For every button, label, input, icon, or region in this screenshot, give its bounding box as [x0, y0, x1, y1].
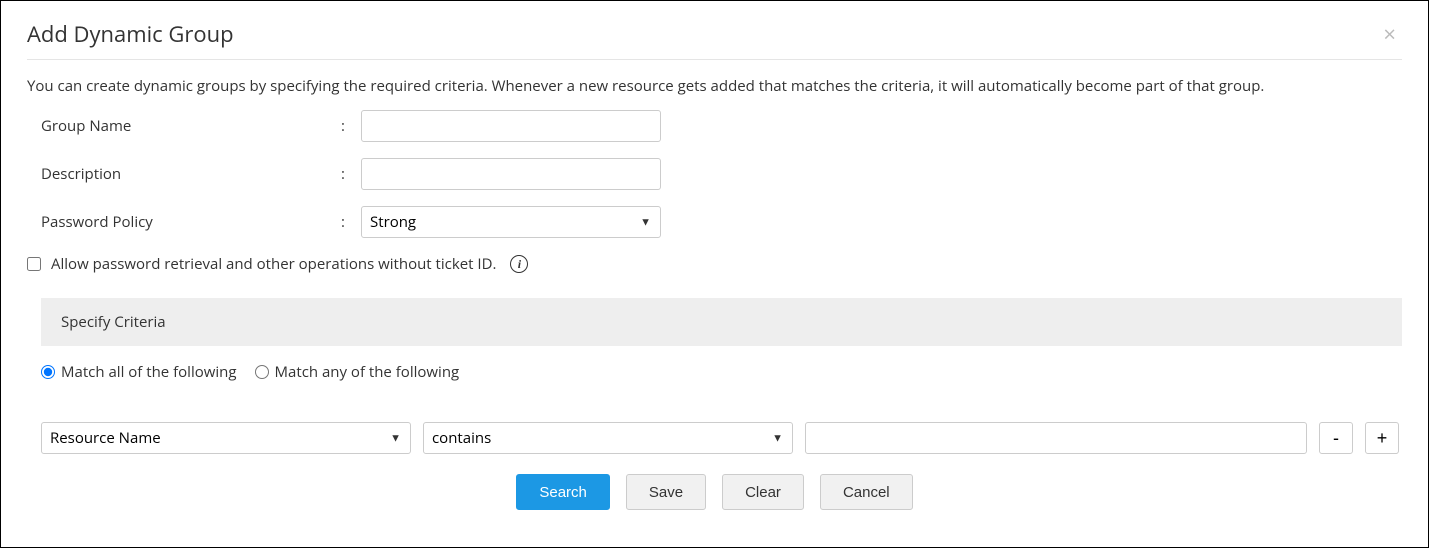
colon: : — [341, 164, 361, 184]
password-policy-select-wrap: Strong ▼ — [361, 206, 661, 238]
criteria-field-select[interactable]: Resource Name — [41, 422, 411, 454]
match-all-option[interactable]: Match all of the following — [41, 362, 237, 382]
save-button[interactable]: Save — [626, 474, 706, 510]
description-row: Description : — [27, 158, 1402, 190]
remove-criteria-button[interactable]: - — [1319, 422, 1353, 454]
modal-title: Add Dynamic Group — [27, 19, 234, 49]
add-dynamic-group-modal: Add Dynamic Group × You can create dynam… — [0, 0, 1429, 548]
info-icon[interactable]: i — [510, 255, 528, 273]
allow-without-ticket-label: Allow password retrieval and other opera… — [51, 254, 496, 274]
modal-header: Add Dynamic Group × — [27, 19, 1402, 60]
match-mode-row: Match all of the following Match any of … — [27, 362, 1402, 382]
close-icon[interactable]: × — [1377, 21, 1402, 47]
match-any-option[interactable]: Match any of the following — [255, 362, 460, 382]
criteria-header: Specify Criteria — [41, 298, 1402, 346]
password-policy-row: Password Policy : Strong ▼ — [27, 206, 1402, 238]
cancel-button[interactable]: Cancel — [820, 474, 913, 510]
password-policy-label: Password Policy — [41, 212, 341, 232]
group-name-input[interactable] — [361, 110, 661, 142]
description-input[interactable] — [361, 158, 661, 190]
add-criteria-button[interactable]: + — [1365, 422, 1399, 454]
colon: : — [341, 116, 361, 136]
match-all-label: Match all of the following — [61, 362, 237, 382]
criteria-operator-wrap: contains ▼ — [423, 422, 793, 454]
criteria-field-wrap: Resource Name ▼ — [41, 422, 411, 454]
password-policy-select[interactable]: Strong — [361, 206, 661, 238]
match-any-label: Match any of the following — [275, 362, 460, 382]
match-all-radio[interactable] — [41, 365, 55, 379]
action-buttons: Search Save Clear Cancel — [27, 474, 1402, 510]
criteria-value-input[interactable] — [805, 422, 1307, 454]
criteria-row: Resource Name ▼ contains ▼ - + — [27, 422, 1402, 454]
clear-button[interactable]: Clear — [722, 474, 804, 510]
colon: : — [341, 212, 361, 232]
match-any-radio[interactable] — [255, 365, 269, 379]
allow-without-ticket-checkbox[interactable] — [27, 257, 41, 271]
criteria-operator-select[interactable]: contains — [423, 422, 793, 454]
group-name-row: Group Name : — [27, 110, 1402, 142]
search-button[interactable]: Search — [516, 474, 610, 510]
description-label: Description — [41, 164, 341, 184]
intro-text: You can create dynamic groups by specify… — [27, 76, 1402, 96]
group-name-label: Group Name — [41, 116, 341, 136]
allow-without-ticket-row: Allow password retrieval and other opera… — [27, 254, 1402, 274]
